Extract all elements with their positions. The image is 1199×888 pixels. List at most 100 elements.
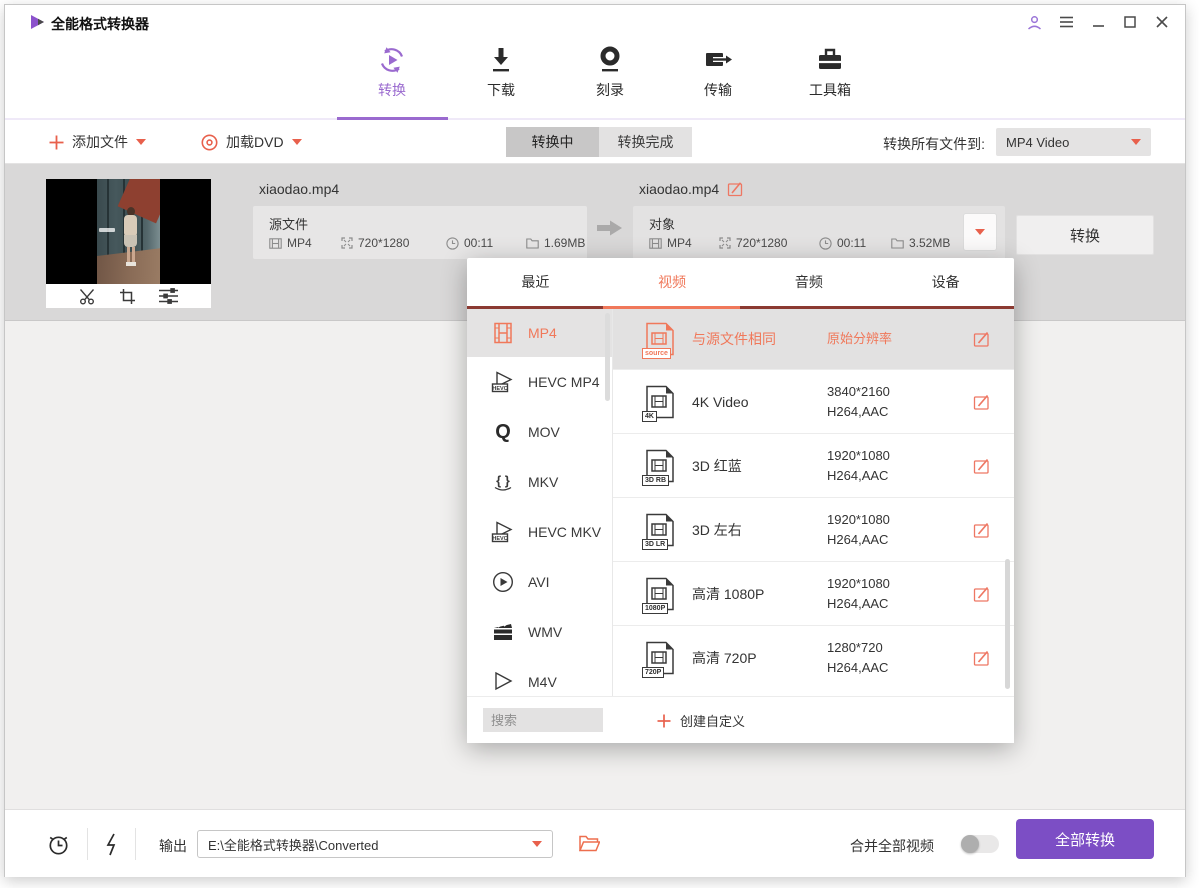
preset-codec: H264,AAC <box>827 658 957 678</box>
popup-tab-device[interactable]: 设备 <box>877 258 1014 306</box>
crop-icon[interactable] <box>119 288 136 305</box>
quicktime-q-icon: Q <box>491 420 515 444</box>
format-item-label: AVI <box>528 574 550 590</box>
merge-videos-toggle[interactable] <box>961 835 999 853</box>
arrow-right-icon <box>597 219 623 237</box>
source-resolution: 720*1280 <box>341 236 446 250</box>
edit-preset-icon[interactable] <box>973 393 990 410</box>
matroska-icon: { } <box>491 470 515 494</box>
preset-doc-icon: 4K <box>645 385 675 419</box>
edit-preset-icon[interactable] <box>973 585 990 602</box>
add-files-caret-icon <box>136 139 146 145</box>
preset-resolution: 1920*1080 <box>827 446 957 466</box>
hevc-play-icon: HEVC <box>491 370 515 394</box>
popup-tabs: 最近 视频 音频 设备 <box>467 258 1014 306</box>
hardware-accel-icon[interactable] <box>104 833 119 856</box>
output-format-caret-icon <box>1131 139 1141 145</box>
format-item-label: MKV <box>528 474 558 490</box>
download-icon <box>461 43 541 77</box>
popup-tab-audio[interactable]: 音频 <box>741 258 878 306</box>
preset-source-icon: source <box>645 322 675 356</box>
convert-button[interactable]: 转换 <box>1016 215 1154 255</box>
app-title: 全能格式转换器 <box>51 14 149 34</box>
add-files-button[interactable]: 添加文件 <box>49 132 146 152</box>
preset-doc-icon: 720P <box>645 641 675 675</box>
schedule-clock-icon[interactable] <box>47 833 70 856</box>
format-item-label: M4V <box>528 674 557 690</box>
tab-toolbox[interactable]: 工具箱 <box>790 43 870 100</box>
edit-preset-icon[interactable] <box>973 331 990 348</box>
clapperboard-icon <box>491 620 515 644</box>
preset-codec: H264,AAC <box>827 530 957 550</box>
folder-icon <box>526 238 539 249</box>
popup-tab-video[interactable]: 视频 <box>604 258 741 306</box>
resolution-icon <box>341 237 353 249</box>
popup-tab-recent[interactable]: 最近 <box>467 258 604 306</box>
format-item-mp4[interactable]: MP4 <box>467 309 612 357</box>
separator <box>135 828 136 860</box>
format-item-label: WMV <box>528 624 562 640</box>
minimize-button[interactable] <box>1089 13 1107 31</box>
tab-download[interactable]: 下载 <box>461 43 541 100</box>
edit-preset-icon[interactable] <box>973 521 990 538</box>
trim-icon[interactable] <box>79 288 97 305</box>
preset-list: source 与源文件相同 原始分辨率 <box>613 309 1014 696</box>
tab-transfer[interactable]: 传输 <box>678 43 758 100</box>
search-input[interactable] <box>483 708 603 732</box>
preset-hd-720p[interactable]: 720P 高清 720P 1280*720 H264,AAC <box>613 625 1014 689</box>
tab-finished[interactable]: 转换完成 <box>599 127 692 157</box>
tab-convert[interactable]: 转换 <box>352 43 432 100</box>
tab-converting[interactable]: 转换中 <box>506 127 599 157</box>
format-item-avi[interactable]: AVI <box>467 557 612 607</box>
edit-preset-icon[interactable] <box>973 649 990 666</box>
close-button[interactable] <box>1153 13 1171 31</box>
preset-codec: H264,AAC <box>827 594 957 614</box>
format-list: MP4 HEVC HEVC MP4 Q MOV <box>467 309 613 696</box>
format-item-m4v[interactable]: M4V <box>467 657 612 696</box>
format-item-hevc-mp4[interactable]: HEVC HEVC MP4 <box>467 357 612 407</box>
format-item-wmv[interactable]: WMV <box>467 607 612 657</box>
plus-icon <box>657 714 671 728</box>
output-path-caret-icon <box>532 841 542 847</box>
video-thumbnail[interactable] <box>46 179 211 284</box>
preset-4k-video[interactable]: 4K 4K Video 3840*2160 H264,AAC <box>613 369 1014 433</box>
open-output-folder-icon[interactable] <box>579 835 600 852</box>
preset-same-as-source[interactable]: source 与源文件相同 原始分辨率 <box>613 309 1014 369</box>
preset-hd-1080p[interactable]: 1080P 高清 1080P 1920*1080 H264,AAC <box>613 561 1014 625</box>
menu-icon[interactable] <box>1057 13 1075 31</box>
format-item-label: HEVC MP4 <box>528 374 600 390</box>
titlebar: 全能格式转换器 <box>5 5 1185 37</box>
format-list-scrollbar[interactable] <box>605 313 610 401</box>
target-format: MP4 <box>649 236 719 250</box>
target-format-dropdown-button[interactable] <box>963 213 997 251</box>
edit-preset-icon[interactable] <box>973 457 990 474</box>
add-files-label: 添加文件 <box>72 132 128 152</box>
format-item-label: MOV <box>528 424 560 440</box>
load-dvd-button[interactable]: 加载DVD <box>201 132 302 152</box>
svg-text:HEVC: HEVC <box>492 386 507 392</box>
tab-burn[interactable]: 刻录 <box>570 43 650 100</box>
account-icon[interactable] <box>1025 13 1043 31</box>
preset-3d-left-right[interactable]: 3D LR 3D 左右 1920*1080 H264,AAC <box>613 497 1014 561</box>
preset-3d-red-blue[interactable]: 3D RB 3D 红蓝 1920*1080 H264,AAC <box>613 433 1014 497</box>
output-path-select[interactable]: E:\全能格式转换器\Converted <box>197 830 553 858</box>
tab-burn-label: 刻录 <box>570 80 650 100</box>
output-format-select[interactable]: MP4 Video <box>996 128 1151 156</box>
format-item-mov[interactable]: Q MOV <box>467 407 612 457</box>
format-item-label: MP4 <box>528 325 557 341</box>
format-item-hevc-mkv[interactable]: HEVC HEVC MKV <box>467 507 612 557</box>
maximize-button[interactable] <box>1121 13 1139 31</box>
rename-edit-icon[interactable] <box>727 181 743 197</box>
effects-sliders-icon[interactable] <box>158 288 179 304</box>
target-filename: xiaodao.mp4 <box>639 181 743 197</box>
format-item-mkv[interactable]: { } MKV <box>467 457 612 507</box>
tab-convert-label: 转换 <box>352 80 432 100</box>
film-icon <box>649 238 662 249</box>
preset-list-scrollbar[interactable] <box>1005 559 1010 689</box>
convert-all-button[interactable]: 全部转换 <box>1016 819 1154 859</box>
create-custom-button[interactable]: 创建自定义 <box>657 711 745 730</box>
triangle-icon <box>491 670 515 694</box>
toggle-knob <box>961 835 979 853</box>
preset-resolution: 3840*2160 <box>827 382 957 402</box>
target-size: 3.52MB <box>891 236 950 250</box>
